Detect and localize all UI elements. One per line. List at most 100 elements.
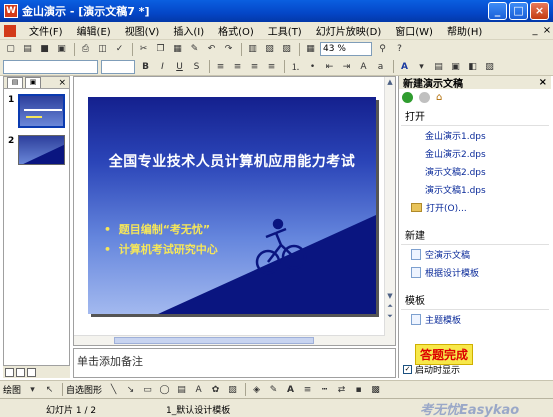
minimize-button[interactable]: _ (488, 2, 507, 20)
notes-pane[interactable]: 单击添加备注 (73, 348, 396, 378)
numbering-icon[interactable]: ⒈ (288, 60, 303, 74)
menu-file[interactable]: 文件(F) (22, 23, 70, 38)
fill-color-icon[interactable]: ◈ (249, 383, 264, 397)
copy-icon[interactable]: ❐ (153, 42, 168, 56)
recent-file-2[interactable]: 金山演示2.dps (399, 144, 551, 162)
indent-decrease-icon[interactable]: ⇤ (322, 60, 337, 74)
font-grow-icon[interactable]: A (356, 60, 371, 74)
bullets-icon[interactable]: • (305, 60, 320, 74)
close-button[interactable]: × (530, 2, 549, 20)
answer-complete-badge[interactable]: 答题完成 (415, 344, 474, 365)
open-icon[interactable]: ▤ (20, 42, 35, 56)
slide-bullet-1[interactable]: • 题目编制“考无忧” (104, 221, 210, 237)
bold-icon[interactable]: B (138, 60, 153, 74)
save-icon[interactable]: ■ (37, 42, 52, 56)
task-pane-close-icon[interactable]: × (539, 77, 547, 88)
menu-format[interactable]: 格式(O) (211, 23, 261, 38)
menu-edit[interactable]: 编辑(E) (70, 23, 118, 38)
tab-outline[interactable]: ▤ (7, 77, 23, 88)
horizontal-scroll-thumb[interactable] (114, 337, 314, 344)
arrow-icon[interactable]: ↘ (123, 383, 138, 397)
scroll-up-icon[interactable]: ▲ (385, 77, 395, 87)
dash-style-icon[interactable]: ┅ (317, 383, 332, 397)
format-painter-icon[interactable]: ✎ (187, 42, 202, 56)
insert-table-icon[interactable]: ▥ (245, 42, 260, 56)
line-color-icon[interactable]: ✎ (266, 383, 281, 397)
save-as-icon[interactable]: ▣ (54, 42, 69, 56)
autoshape-menu[interactable]: 自选图形 (66, 383, 102, 396)
menu-view[interactable]: 视图(V) (118, 23, 167, 38)
menu-window[interactable]: 窗口(W) (388, 23, 440, 38)
show-at-startup-checkbox[interactable]: ✓ (403, 365, 412, 374)
spellcheck-icon[interactable]: ✓ (112, 42, 127, 56)
textbox-icon[interactable]: ▤ (174, 383, 189, 397)
maximize-button[interactable]: □ (509, 2, 528, 20)
draw-menu[interactable]: 绘图 (3, 383, 21, 396)
recent-file-4[interactable]: 演示文稿1.dps (399, 180, 551, 198)
scroll-down-icon[interactable]: ▼ (385, 291, 395, 301)
slide-vertical-scrollbar[interactable]: ▲ ▼ ⏶ ⏷ (384, 77, 395, 345)
color-scheme-icon[interactable]: ▨ (482, 60, 497, 74)
menu-tools[interactable]: 工具(T) (261, 23, 309, 38)
recent-file-1[interactable]: 金山演示1.dps (399, 126, 551, 144)
redo-icon[interactable]: ↷ (221, 42, 236, 56)
align-right-icon[interactable]: ≡ (247, 60, 262, 74)
shadow-icon[interactable]: S (189, 60, 204, 74)
normal-view-icon[interactable] (5, 367, 14, 377)
font-size-select[interactable] (101, 59, 135, 74)
from-design-template-link[interactable]: 根据设计模板 (399, 263, 551, 281)
back-icon[interactable] (402, 91, 413, 103)
doc-minimize-icon[interactable]: _ (529, 25, 541, 36)
menu-slideshow[interactable]: 幻灯片放映(D) (309, 23, 389, 38)
task-pane-icon[interactable]: ◧ (465, 60, 480, 74)
print-icon[interactable]: ⎙ (78, 42, 93, 56)
3d-style-icon[interactable]: ▩ (368, 383, 383, 397)
new-slide-icon[interactable]: ▣ (448, 60, 463, 74)
undo-icon[interactable]: ↶ (204, 42, 219, 56)
slide-thumbnail-1[interactable] (18, 94, 65, 128)
oval-icon[interactable]: ◯ (157, 383, 172, 397)
text-color-icon[interactable]: A (283, 383, 298, 397)
wordart-icon[interactable]: A (191, 383, 206, 397)
grid-icon[interactable]: ▦ (303, 42, 318, 56)
zoom-select[interactable]: 43 % (320, 42, 372, 56)
document-icon[interactable] (4, 24, 16, 37)
justify-icon[interactable]: ≡ (264, 60, 279, 74)
new-icon[interactable]: ▢ (3, 42, 18, 56)
close-pane-icon[interactable]: × (58, 78, 66, 88)
current-slide[interactable]: 全国专业技术人员计算机应用能力考试 • 题目编制“考无忧” • 计算机考试研究中… (88, 97, 376, 314)
slide-sorter-icon[interactable] (16, 367, 25, 377)
doc-close-icon[interactable]: × (541, 25, 553, 36)
previous-slide-icon[interactable]: ⏶ (385, 301, 395, 311)
insert-picture-icon[interactable]: ▨ (279, 42, 294, 56)
insert-chart-icon[interactable]: ▧ (262, 42, 277, 56)
italic-icon[interactable]: I (155, 60, 170, 74)
clipart-icon[interactable]: ✿ (208, 383, 223, 397)
cut-icon[interactable]: ✂ (136, 42, 151, 56)
slide-design-icon[interactable]: ▤ (431, 60, 446, 74)
select-pointer-icon[interactable]: ↖ (42, 383, 57, 397)
arrow-style-icon[interactable]: ⇄ (334, 383, 349, 397)
slide-bullet-2[interactable]: • 计算机考试研究中心 (104, 241, 218, 257)
font-shrink-icon[interactable]: a (373, 60, 388, 74)
forward-icon[interactable] (419, 91, 430, 103)
menu-help[interactable]: 帮助(H) (440, 23, 489, 38)
help-icon[interactable]: ? (392, 42, 407, 56)
home-icon[interactable]: ⌂ (436, 92, 447, 103)
underline-icon[interactable]: U (172, 60, 187, 74)
slideshow-view-icon[interactable] (27, 367, 36, 377)
slide-title[interactable]: 全国专业技术人员计算机应用能力考试 (88, 151, 376, 171)
recent-file-3[interactable]: 演示文稿2.dps (399, 162, 551, 180)
next-slide-icon[interactable]: ⏷ (385, 311, 395, 321)
open-more-link[interactable]: 打开(O)... (399, 198, 551, 216)
paste-icon[interactable]: ▦ (170, 42, 185, 56)
rectangle-icon[interactable]: ▭ (140, 383, 155, 397)
menu-insert[interactable]: 插入(I) (166, 23, 211, 38)
insert-image-icon[interactable]: ▨ (225, 383, 240, 397)
line-icon[interactable]: ╲ (106, 383, 121, 397)
blank-presentation-link[interactable]: 空演示文稿 (399, 245, 551, 263)
align-center-icon[interactable]: ≡ (230, 60, 245, 74)
theme-template-link[interactable]: 主题模板 (399, 310, 551, 328)
indent-increase-icon[interactable]: ⇥ (339, 60, 354, 74)
line-style-icon[interactable]: ≡ (300, 383, 315, 397)
